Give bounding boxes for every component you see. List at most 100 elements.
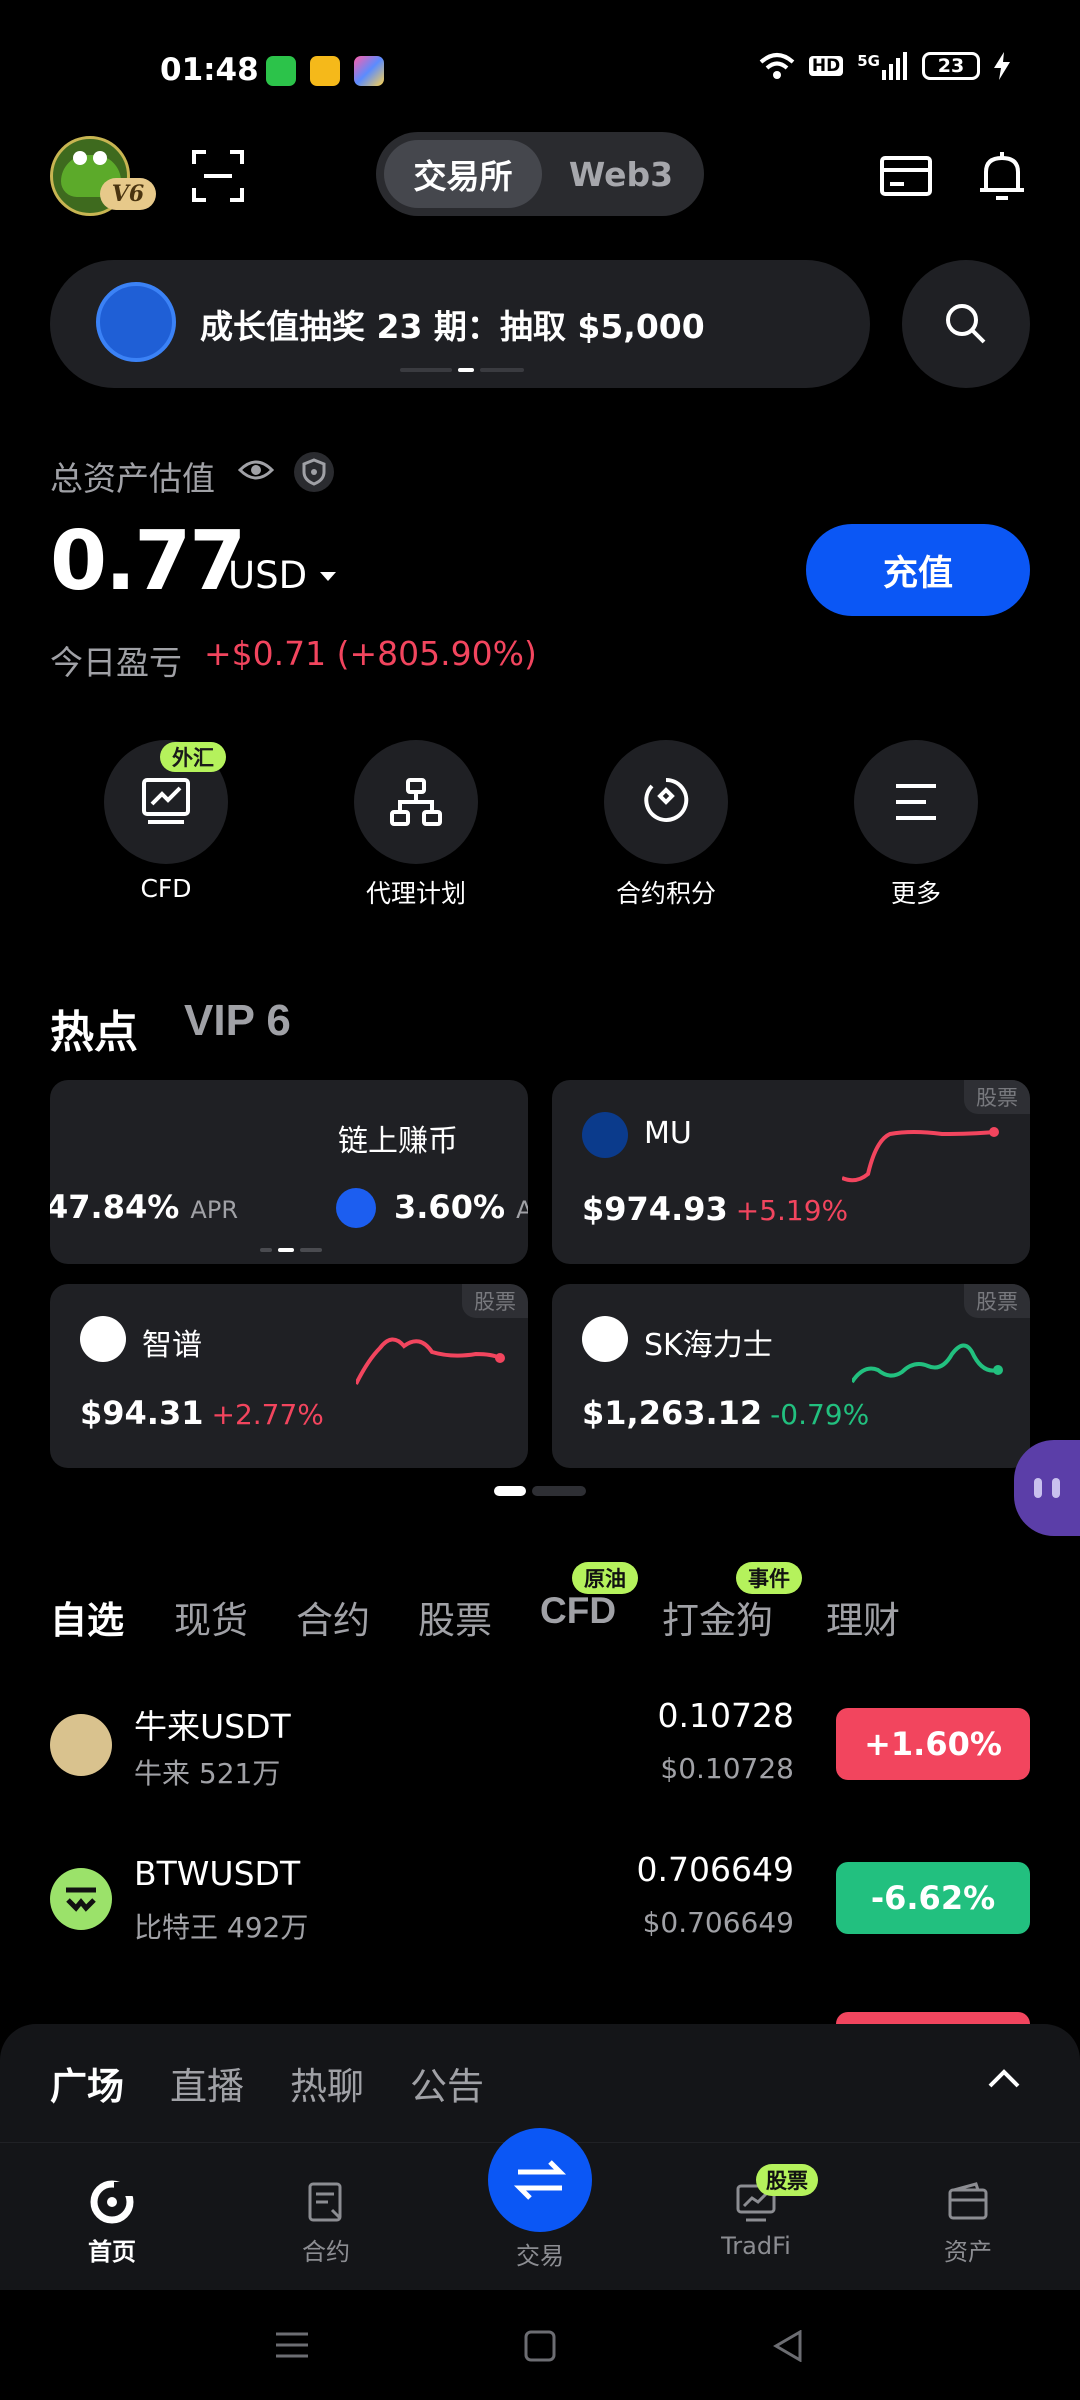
- total-assets-label: 总资产估值: [50, 459, 215, 498]
- earn-card-title: 链上赚币: [338, 1124, 458, 1159]
- event-badge: 事件: [736, 1562, 802, 1594]
- deposit-button[interactable]: 充值: [806, 524, 1030, 616]
- pair-sub: 牛来 521万: [134, 1757, 281, 1790]
- lottery-thumbnail-icon: [96, 282, 176, 362]
- tab-stocks[interactable]: 股票: [418, 1590, 492, 1644]
- stock-change: +2.77%: [211, 1398, 324, 1431]
- sparkline: [842, 1127, 999, 1183]
- stock-card-zhipu[interactable]: 股票 智谱 $94.31 +2.77%: [50, 1284, 528, 1468]
- vip-badge: V6: [100, 178, 156, 210]
- hd-indicator: HD: [808, 56, 844, 76]
- total-assets-value: 0.77: [50, 514, 246, 609]
- stock-name: MU: [644, 1116, 692, 1151]
- stock-name: SK海力士: [644, 1328, 773, 1363]
- tab-futures[interactable]: 合约: [296, 1590, 370, 1644]
- sparkline: [852, 1343, 1003, 1384]
- tab-vip[interactable]: VIP 6: [184, 996, 291, 1046]
- battery-indicator: 23: [922, 52, 980, 80]
- scan-icon[interactable]: [190, 148, 246, 204]
- home-logo-icon: [90, 2180, 134, 2224]
- btw-coin-icon: [50, 1868, 112, 1930]
- tab-web3[interactable]: Web3: [546, 140, 696, 208]
- last-price: 0.706649: [636, 1850, 794, 1889]
- floating-assistant-button[interactable]: [1014, 1440, 1080, 1536]
- tab-square[interactable]: 广场: [50, 2056, 124, 2110]
- currency-selector[interactable]: USD: [228, 554, 307, 597]
- partial-row-hint: [836, 2012, 1030, 2024]
- apr-right-value: 3.60%: [394, 1188, 506, 1226]
- table-row[interactable]: 牛来USDT 牛来 521万 0.10728 $0.10728 +1.60%: [0, 1680, 1080, 1820]
- crude-oil-badge: 原油: [572, 1562, 638, 1594]
- chevron-up-icon[interactable]: [986, 2066, 1022, 2090]
- tab-exchange[interactable]: 交易所: [384, 140, 542, 208]
- signal-bars-icon: [882, 52, 907, 80]
- tab-announcements[interactable]: 公告: [410, 2056, 484, 2110]
- card-icon[interactable]: [878, 148, 934, 204]
- apr-left-unit: APR: [190, 1196, 238, 1224]
- tab-watchlist[interactable]: 自选: [50, 1590, 124, 1644]
- stock-name: 智谱: [142, 1328, 202, 1363]
- stock-tag: 股票: [462, 1284, 528, 1318]
- apr-left-value: 47.84%: [50, 1188, 180, 1226]
- search-button[interactable]: [902, 260, 1030, 388]
- forex-badge: 外汇: [160, 742, 226, 772]
- menu-icon: [896, 784, 936, 820]
- stock-price: $94.31: [80, 1394, 204, 1432]
- currency-dropdown-icon[interactable]: [320, 572, 336, 581]
- stock-change: +5.19%: [735, 1194, 849, 1227]
- quick-action-contract-points[interactable]: 合约积分: [604, 740, 728, 908]
- table-row[interactable]: BTWUSDT 比特王 492万 0.706649 $0.706649 -6.6…: [0, 1834, 1080, 1974]
- eye-icon[interactable]: [238, 456, 274, 484]
- stock-card-mu[interactable]: 股票 MU $974.93 +5.19%: [552, 1080, 1030, 1264]
- stocks-badge: 股票: [756, 2164, 818, 2196]
- zai-logo-icon: [80, 1316, 126, 1362]
- trade-button[interactable]: [488, 2128, 592, 2232]
- nav-assets[interactable]: 资产: [888, 2180, 1048, 2267]
- quick-action-agent-plan[interactable]: 代理计划: [354, 740, 478, 908]
- swap-arrows-icon: [513, 2160, 567, 2200]
- change-button[interactable]: +1.60%: [836, 1708, 1030, 1780]
- shield-icon[interactable]: [294, 452, 334, 492]
- tab-earn[interactable]: 理财: [826, 1590, 900, 1644]
- exchange-web3-switch: 交易所 Web3: [376, 132, 704, 216]
- quick-action-more[interactable]: 更多: [854, 740, 978, 908]
- quick-action-cfd[interactable]: 外汇 CFD: [104, 740, 228, 903]
- tab-hot[interactable]: 热点: [50, 996, 138, 1060]
- promo-banner[interactable]: 成长值抽奖 23 期：抽取 $5,000: [50, 260, 870, 388]
- nav-home[interactable]: 首页: [32, 2180, 192, 2267]
- nav-futures[interactable]: 合约: [246, 2180, 406, 2267]
- tab-cfd[interactable]: CFD: [540, 1590, 616, 1632]
- signal-indicator: 5G: [857, 52, 908, 80]
- change-button[interactable]: -6.62%: [836, 1862, 1030, 1934]
- banner-pagination: [400, 368, 524, 372]
- hot-pagination: [494, 1486, 586, 1496]
- back-icon[interactable]: [772, 2330, 804, 2362]
- search-icon: [946, 304, 986, 344]
- today-pnl-value: +$0.71 (+805.90%): [204, 634, 537, 673]
- today-pnl-label: 今日盈亏: [50, 643, 182, 682]
- app-notification-icon: [354, 56, 384, 86]
- stock-tag: 股票: [964, 1080, 1030, 1114]
- recents-icon[interactable]: [274, 2330, 310, 2360]
- tab-hot-chat[interactable]: 热聊: [290, 2056, 364, 2110]
- chart-presentation-icon: [142, 778, 190, 824]
- wallet-icon: [948, 2182, 988, 2220]
- promo-banner-text: 成长值抽奖 23 期：抽取 $5,000: [200, 307, 705, 346]
- mail-notification-icon: [310, 56, 340, 86]
- home-icon[interactable]: [524, 2330, 556, 2362]
- stock-tag: 股票: [964, 1284, 1030, 1318]
- tab-meme[interactable]: 打金狗: [662, 1590, 773, 1644]
- nav-trade-label[interactable]: 交易: [460, 2236, 620, 2271]
- tab-spot[interactable]: 现货: [174, 1590, 248, 1644]
- contract-doc-icon: [308, 2182, 342, 2222]
- pair-name: BTWUSDT: [134, 1854, 301, 1893]
- earn-card[interactable]: 链上赚币 47.84% APR 3.60% AF: [50, 1080, 528, 1264]
- bell-icon[interactable]: [974, 148, 1030, 204]
- community-sheet: [0, 2024, 1080, 2142]
- tab-live[interactable]: 直播: [170, 2056, 244, 2110]
- pair-sub: 比特王 492万: [134, 1911, 309, 1944]
- stock-card-sk-hynix[interactable]: 股票 SK海力士 $1,263.12 -0.79%: [552, 1284, 1030, 1468]
- fiat-price: $0.706649: [642, 1906, 794, 1939]
- rotate-points-icon: [644, 777, 689, 822]
- wifi-icon: [759, 53, 795, 79]
